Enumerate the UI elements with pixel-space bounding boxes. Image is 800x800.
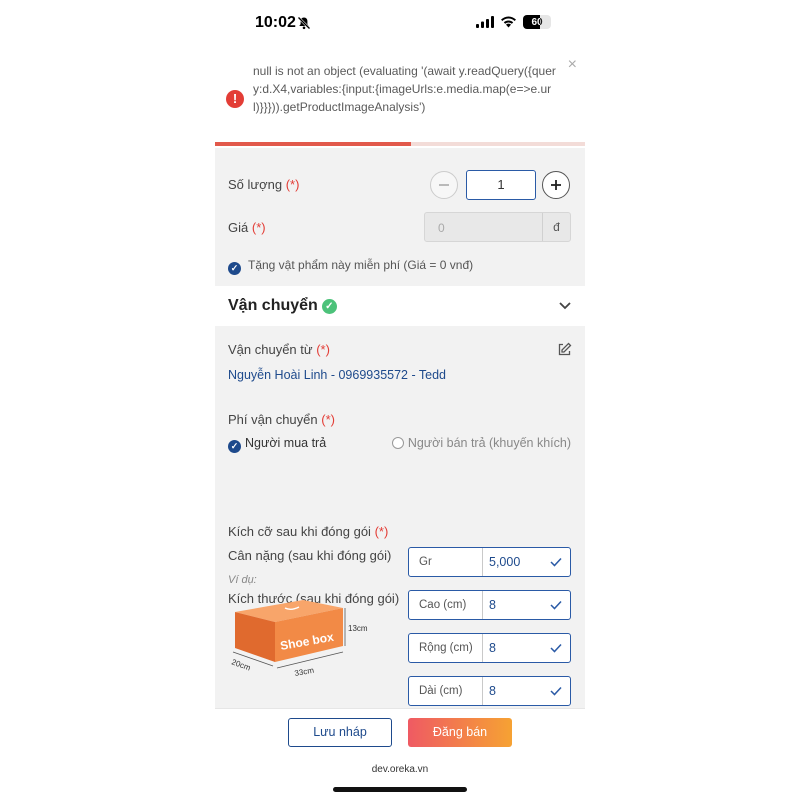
check-icon <box>550 600 562 610</box>
wifi-icon <box>501 16 516 28</box>
signal-icon <box>476 16 494 28</box>
box-depth-label: 20cm <box>230 657 252 672</box>
browser-domain: dev.oreka.vn <box>371 764 429 775</box>
seller-pays-label: Người bán trả (khuyến khích) <box>407 436 571 450</box>
width-field[interactable]: Rộng (cm) 8 <box>408 633 571 663</box>
battery-percent: 60 <box>531 16 543 28</box>
shipping-accordion-header[interactable]: Vận chuyển ✓ <box>215 286 585 326</box>
close-icon[interactable]: × <box>568 56 577 74</box>
required-marker: (*) <box>374 524 389 539</box>
free-item-label: Tặng vật phẩm này miễn phí (Giá = 0 vnđ) <box>248 258 474 272</box>
edit-icon[interactable] <box>557 342 572 357</box>
height-value[interactable]: 8 <box>489 591 496 619</box>
check-icon <box>550 557 562 567</box>
weight-label: Cân nặng (sau khi đóng gói) <box>228 548 392 563</box>
checked-icon: ✓ <box>228 440 241 453</box>
error-icon: ! <box>226 90 244 108</box>
shipping-fee-label: Phí vận chuyển (*) <box>228 412 335 427</box>
status-bar: 10:02 60 <box>215 0 585 48</box>
price-input[interactable]: 0 đ <box>424 212 571 242</box>
plus-icon <box>551 180 561 190</box>
price-placeholder: 0 <box>438 221 445 235</box>
check-icon <box>550 686 562 696</box>
error-toast: ! null is not an object (evaluating '(aw… <box>215 48 585 148</box>
minus-icon <box>439 184 449 186</box>
chevron-down-icon[interactable] <box>558 298 572 312</box>
home-indicator[interactable] <box>333 787 467 792</box>
required-marker: (*) <box>285 177 300 192</box>
battery-icon: 60 <box>523 15 551 29</box>
example-label: Ví dụ: <box>228 574 257 586</box>
increment-button[interactable] <box>542 171 570 199</box>
width-value[interactable]: 8 <box>489 634 496 662</box>
shipping-section: Vận chuyển từ (*) Nguyễn Hoài Linh - 096… <box>215 326 585 708</box>
checked-icon: ✓ <box>228 262 241 275</box>
toast-progress-bar <box>215 142 412 146</box>
bell-off-icon <box>297 16 311 30</box>
required-marker: (*) <box>316 342 330 357</box>
success-check-icon: ✓ <box>321 299 337 314</box>
ship-from-value[interactable]: Nguyễn Hoài Linh - 0969935572 - Tedd <box>228 368 446 382</box>
action-bar: Lưu nháp Đăng bán <box>215 708 585 754</box>
save-draft-button[interactable]: Lưu nháp <box>288 718 392 747</box>
ship-from-label: Vận chuyển từ (*) <box>228 342 330 357</box>
status-time: 10:02 <box>255 14 296 31</box>
length-label: Dài (cm) <box>409 677 483 705</box>
box-height-label: 13cm <box>348 624 368 633</box>
quantity-label: Số lượng (*) <box>228 177 300 192</box>
length-field[interactable]: Dài (cm) 8 <box>408 676 571 706</box>
height-field[interactable]: Cao (cm) 8 <box>408 590 571 620</box>
check-icon <box>550 643 562 653</box>
box-length-label: 33cm <box>294 666 315 678</box>
quantity-input[interactable]: 1 <box>466 170 536 200</box>
error-message: null is not an object (evaluating '(awai… <box>253 64 556 114</box>
quantity-price-section: Số lượng (*) 1 Giá (*) 0 đ ✓ Tặng vật phẩ… <box>215 148 585 286</box>
system-icons: 60 <box>476 15 551 29</box>
currency-unit: đ <box>542 213 570 241</box>
shipping-title: Vận chuyển ✓ <box>228 297 337 315</box>
app-screen: ! null is not an object (evaluating '(aw… <box>215 48 585 800</box>
buyer-pays-radio[interactable]: ✓ Người mua trả <box>228 436 326 453</box>
free-item-checkbox[interactable]: ✓ Tặng vật phẩm này miễn phí (Giá = 0 vnđ… <box>228 258 473 275</box>
width-label: Rộng (cm) <box>409 634 483 662</box>
radio-unchecked-icon <box>391 437 404 449</box>
weight-field[interactable]: Gr 5,000 <box>408 547 571 577</box>
length-value[interactable]: 8 <box>489 677 496 705</box>
shoebox-illustration: Shoe box 13cm 33cm 20cm <box>230 600 368 678</box>
weight-value[interactable]: 5,000 <box>489 548 520 576</box>
package-size-label: Kích cỡ sau khi đóng gói (*) <box>228 524 389 539</box>
publish-button[interactable]: Đăng bán <box>408 718 512 747</box>
decrement-button[interactable] <box>430 171 458 199</box>
price-label: Giá (*) <box>228 220 266 235</box>
weight-unit-label: Gr <box>409 548 483 576</box>
required-marker: (*) <box>321 412 335 427</box>
seller-pays-radio[interactable]: Người bán trả (khuyến khích) <box>391 436 571 450</box>
height-label: Cao (cm) <box>409 591 483 619</box>
required-marker: (*) <box>251 220 266 235</box>
toast-progress-track <box>215 142 585 146</box>
buyer-pays-label: Người mua trả <box>245 436 327 450</box>
